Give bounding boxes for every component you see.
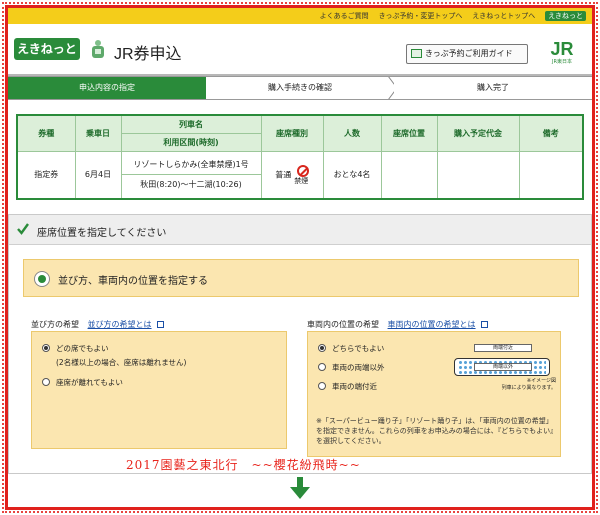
separate-ok-label: 座席が離れてもよい	[56, 378, 123, 387]
ekinet-mini-logo[interactable]: えきねっと	[545, 11, 586, 21]
seat-position-section: 座席位置を指定してください 並び方、車両内の位置を指定する 並び方の希望 並び方…	[8, 214, 592, 474]
th-date: 乗車日	[74, 114, 122, 152]
th-ticket: 券種	[16, 114, 76, 152]
photo-caption: 2017園藝之東北行 ~~櫻花紛飛時~~	[126, 458, 361, 472]
page: よくあるご質問 きっぷ予約・変更トップへ えきねっとトップへ えきねっと えきね…	[8, 8, 592, 507]
td-ticket: 指定券	[16, 150, 76, 200]
external-window-icon	[481, 321, 489, 328]
th-seat-type: 座席種別	[260, 114, 324, 152]
not-ends-radio[interactable]	[318, 363, 326, 371]
progress-steps: 申込内容の指定 購入手続きの確認 購入完了	[8, 76, 592, 100]
seat-type-label: 普通	[275, 170, 292, 180]
external-window-icon	[157, 321, 165, 328]
book-icon	[411, 49, 422, 58]
td-notes	[518, 150, 584, 200]
td-date: 6月4日	[74, 150, 122, 200]
step-specify: 申込内容の指定	[8, 76, 206, 100]
arrangement-panel: どの席でもよい (2名様以上の場合、座席は離れません) 座席が離れてもよい	[31, 331, 287, 449]
th-train-name: 列車名	[120, 114, 262, 134]
diagram-note: ※イメージ図 列車により異なります。	[502, 378, 556, 392]
top-bar: よくあるご質問 きっぷ予約・変更トップへ えきねっとトップへ えきねっと	[8, 8, 592, 24]
diagram-note-2: 列車により異なります。	[501, 385, 556, 391]
arrangement-heading: 並び方の希望 並び方の希望とは	[31, 319, 165, 330]
down-arrow-icon	[290, 477, 310, 499]
th-segment: 利用区間(時刻)	[120, 132, 262, 152]
either-radio[interactable]	[318, 344, 326, 352]
th-notes: 備考	[518, 114, 584, 152]
ekinet-top-link[interactable]: えきねっとトップへ	[472, 11, 535, 21]
diagram-ends-label: 両端付近	[474, 344, 532, 352]
near-ends-label: 車両の端付近	[332, 382, 377, 391]
any-seat-label: どの席でもよい	[56, 344, 109, 353]
car-position-panel: どちらでもよい 車両の両端以外 車両の端付近 両端付近 両端以外 ※イメージ図 …	[307, 331, 561, 457]
usage-guide-button[interactable]: きっぷ予約ご利用ガイド	[406, 44, 528, 64]
car-diagram: 両端付近 両端以外 ※イメージ図 列車により異なります。	[450, 340, 556, 392]
arrangement-help-link[interactable]: 並び方の希望とは	[88, 320, 152, 329]
ticket-bag-icon	[92, 40, 104, 58]
step-complete: 購入完了	[394, 76, 592, 100]
arrangement-title: 並び方の希望	[31, 320, 79, 329]
not-ends-label: 車両の両端以外	[332, 363, 385, 372]
th-seat-pos: 座席位置	[380, 114, 438, 152]
jr-east-logo: JR JR東日本	[542, 40, 582, 68]
near-ends-radio[interactable]	[318, 382, 326, 390]
any-seat-note: (2名様以上の場合、座席は離れません)	[56, 358, 187, 367]
section-title: 座席位置を指定してください	[37, 228, 167, 239]
separate-ok-radio[interactable]	[42, 378, 50, 386]
specify-position-option[interactable]: 並び方、車両内の位置を指定する	[23, 259, 579, 297]
diagram-note-1: ※イメージ図	[526, 378, 556, 384]
no-smoking-icon	[296, 164, 309, 177]
ticket-top-link[interactable]: きっぷ予約・変更トップへ	[379, 11, 463, 21]
th-price: 購入予定代金	[436, 114, 520, 152]
jr-mark: JR	[550, 39, 574, 59]
usage-guide-label: きっぷ予約ご利用ガイド	[425, 49, 513, 58]
td-train: リゾートしらかみ(全車禁煙)1号 秋田(8:20)～十二湖(10:26)	[120, 150, 262, 200]
td-seat-pos	[380, 150, 438, 200]
specify-position-radio[interactable]	[34, 271, 50, 287]
page-title: JR券申込	[114, 46, 182, 63]
th-people: 人数	[322, 114, 382, 152]
faq-link[interactable]: よくあるご質問	[320, 11, 369, 21]
td-seat-type: 普通 禁煙	[260, 150, 324, 200]
diagram-middle-label: 両端以外	[474, 363, 532, 371]
car-position-note: ※「スーパービュー踊り子」「リゾート踊り子」は、「車両内の位置の希望」を指定でき…	[316, 417, 554, 445]
step-confirm: 購入手続きの確認	[206, 76, 394, 100]
car-position-heading: 車両内の位置の希望 車両内の位置の希望とは	[307, 319, 489, 330]
jr-sub: JR東日本	[552, 59, 572, 65]
td-train-name: リゾートしらかみ(全車禁煙)1号	[121, 155, 261, 175]
specify-position-label: 並び方、車両内の位置を指定する	[58, 276, 208, 287]
order-table: 券種 乗車日 列車名 座席種別 人数 座席位置 購入予定代金 備考 利用区間(時…	[16, 114, 584, 200]
section-header: 座席位置を指定してください	[9, 215, 591, 245]
td-segment: 秋田(8:20)～十二湖(10:26)	[140, 179, 242, 189]
td-price	[436, 150, 520, 200]
no-smoking-label: 禁煙	[294, 176, 309, 185]
any-seat-radio[interactable]	[42, 344, 50, 352]
car-position-title: 車両内の位置の希望	[307, 320, 379, 329]
check-icon	[17, 223, 29, 235]
either-label: どちらでもよい	[332, 344, 385, 353]
ekinet-logo[interactable]: えきねっと	[14, 38, 80, 60]
header: えきねっと JR券申込 きっぷ予約ご利用ガイド JR JR東日本	[8, 30, 592, 70]
td-people: おとな4名	[322, 150, 382, 200]
car-position-help-link[interactable]: 車両内の位置の希望とは	[388, 320, 476, 329]
